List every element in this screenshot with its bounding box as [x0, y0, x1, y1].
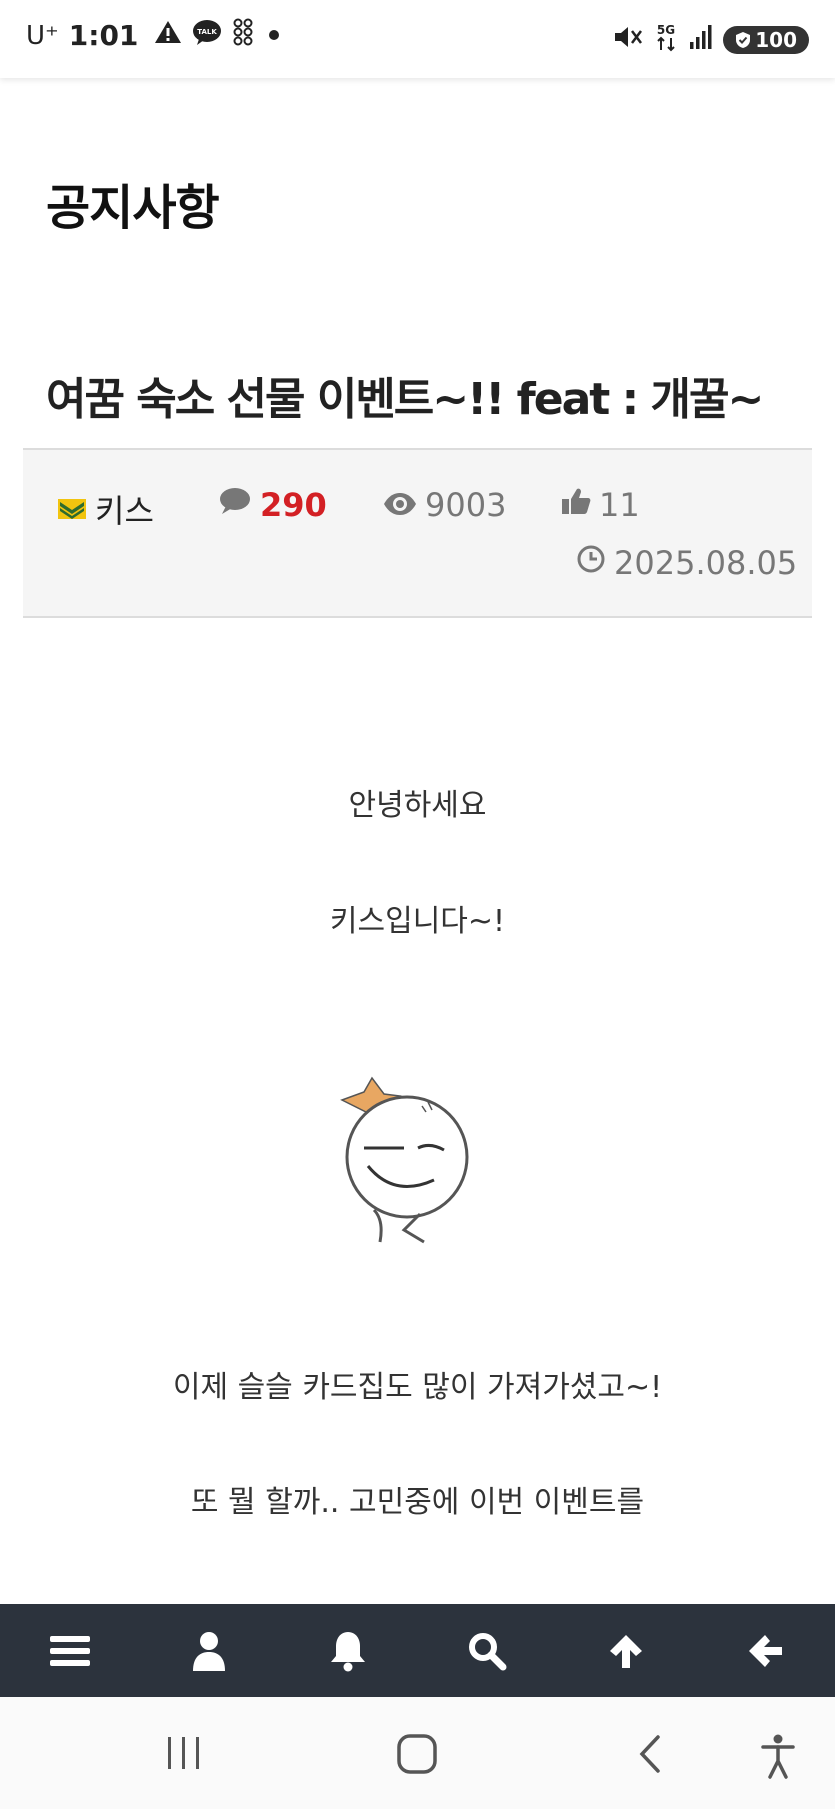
- clock-icon: [576, 544, 606, 582]
- status-time: 1:01: [68, 19, 139, 52]
- content-line: 키스입니다~!: [329, 904, 506, 939]
- signal-icon: [689, 24, 713, 55]
- menu-button[interactable]: [40, 1621, 100, 1681]
- battery-indicator: 100: [723, 25, 809, 54]
- mute-icon: [613, 23, 643, 56]
- like-count[interactable]: 11: [561, 486, 640, 524]
- carrier-label: U⁺: [26, 20, 59, 51]
- status-bar: U⁺ 1:01 TALK 5G 100: [0, 0, 835, 78]
- dot-icon: [264, 19, 284, 52]
- battery-shield-icon: [736, 31, 751, 48]
- comment-count-value: 290: [260, 486, 327, 524]
- status-bar-right: 5G 100: [613, 22, 809, 57]
- comment-count[interactable]: 290: [218, 486, 327, 524]
- comment-icon: [218, 486, 252, 524]
- emoticon-image: [334, 1070, 474, 1250]
- arrow-left-icon: [749, 1634, 783, 1667]
- post-meta: 키스 290 9003 11 2025.08.05: [23, 448, 812, 618]
- thumbs-up-icon: [561, 486, 591, 524]
- status-bar-left: U⁺ 1:01 TALK: [26, 18, 284, 53]
- search-button[interactable]: [457, 1621, 517, 1681]
- post-date-value: 2025.08.05: [614, 544, 798, 582]
- view-count-value: 9003: [425, 486, 507, 524]
- battery-level: 100: [755, 27, 797, 52]
- eye-icon: [383, 486, 417, 524]
- menu-icon: [49, 1635, 90, 1666]
- system-nav-bar: [0, 1697, 835, 1809]
- content-line: 안녕하세요: [348, 788, 487, 823]
- accessibility-button[interactable]: [760, 1733, 796, 1783]
- user-button[interactable]: [179, 1621, 239, 1681]
- network-5g-icon: 5G: [653, 22, 679, 57]
- like-count-value: 11: [599, 486, 640, 524]
- post-title: 여꿈 숙소 선물 이벤트~!! feat : 개꿀~: [46, 374, 764, 425]
- network-label: 5G: [657, 23, 675, 37]
- home-button[interactable]: [396, 1733, 438, 1779]
- view-count: 9003: [383, 486, 506, 524]
- page-title: 공지사항: [46, 180, 220, 236]
- talk-label: TALK: [198, 28, 218, 36]
- content-line: 이제 슬슬 카드집도 많이 가져가셨고~!: [172, 1370, 663, 1405]
- search-icon: [469, 1632, 507, 1670]
- content-line: 또 뭘 할까.. 고민중에 이번 이벤트를: [190, 1485, 645, 1520]
- bell-icon: [330, 1631, 365, 1671]
- system-back-button[interactable]: [634, 1733, 666, 1779]
- member-level-icon: [57, 490, 87, 528]
- recent-apps-icon: [168, 1737, 199, 1769]
- app-notification-icon: [232, 18, 254, 53]
- user-icon: [192, 1631, 225, 1671]
- back-button[interactable]: [735, 1621, 795, 1681]
- bottom-nav: [0, 1604, 835, 1697]
- author-name: 키스: [95, 492, 154, 530]
- home-icon: [397, 1734, 437, 1774]
- kakaotalk-icon: TALK: [192, 19, 222, 52]
- chevron-left-icon: [639, 1735, 660, 1773]
- post-author[interactable]: 키스: [57, 486, 154, 532]
- recent-apps-button[interactable]: [164, 1733, 204, 1777]
- warning-icon: [154, 19, 182, 52]
- notification-button[interactable]: [318, 1621, 378, 1681]
- accessibility-icon: [761, 1734, 795, 1779]
- arrow-up-icon: [610, 1634, 643, 1668]
- post-date: 2025.08.05: [576, 544, 797, 582]
- scroll-top-button[interactable]: [596, 1621, 656, 1681]
